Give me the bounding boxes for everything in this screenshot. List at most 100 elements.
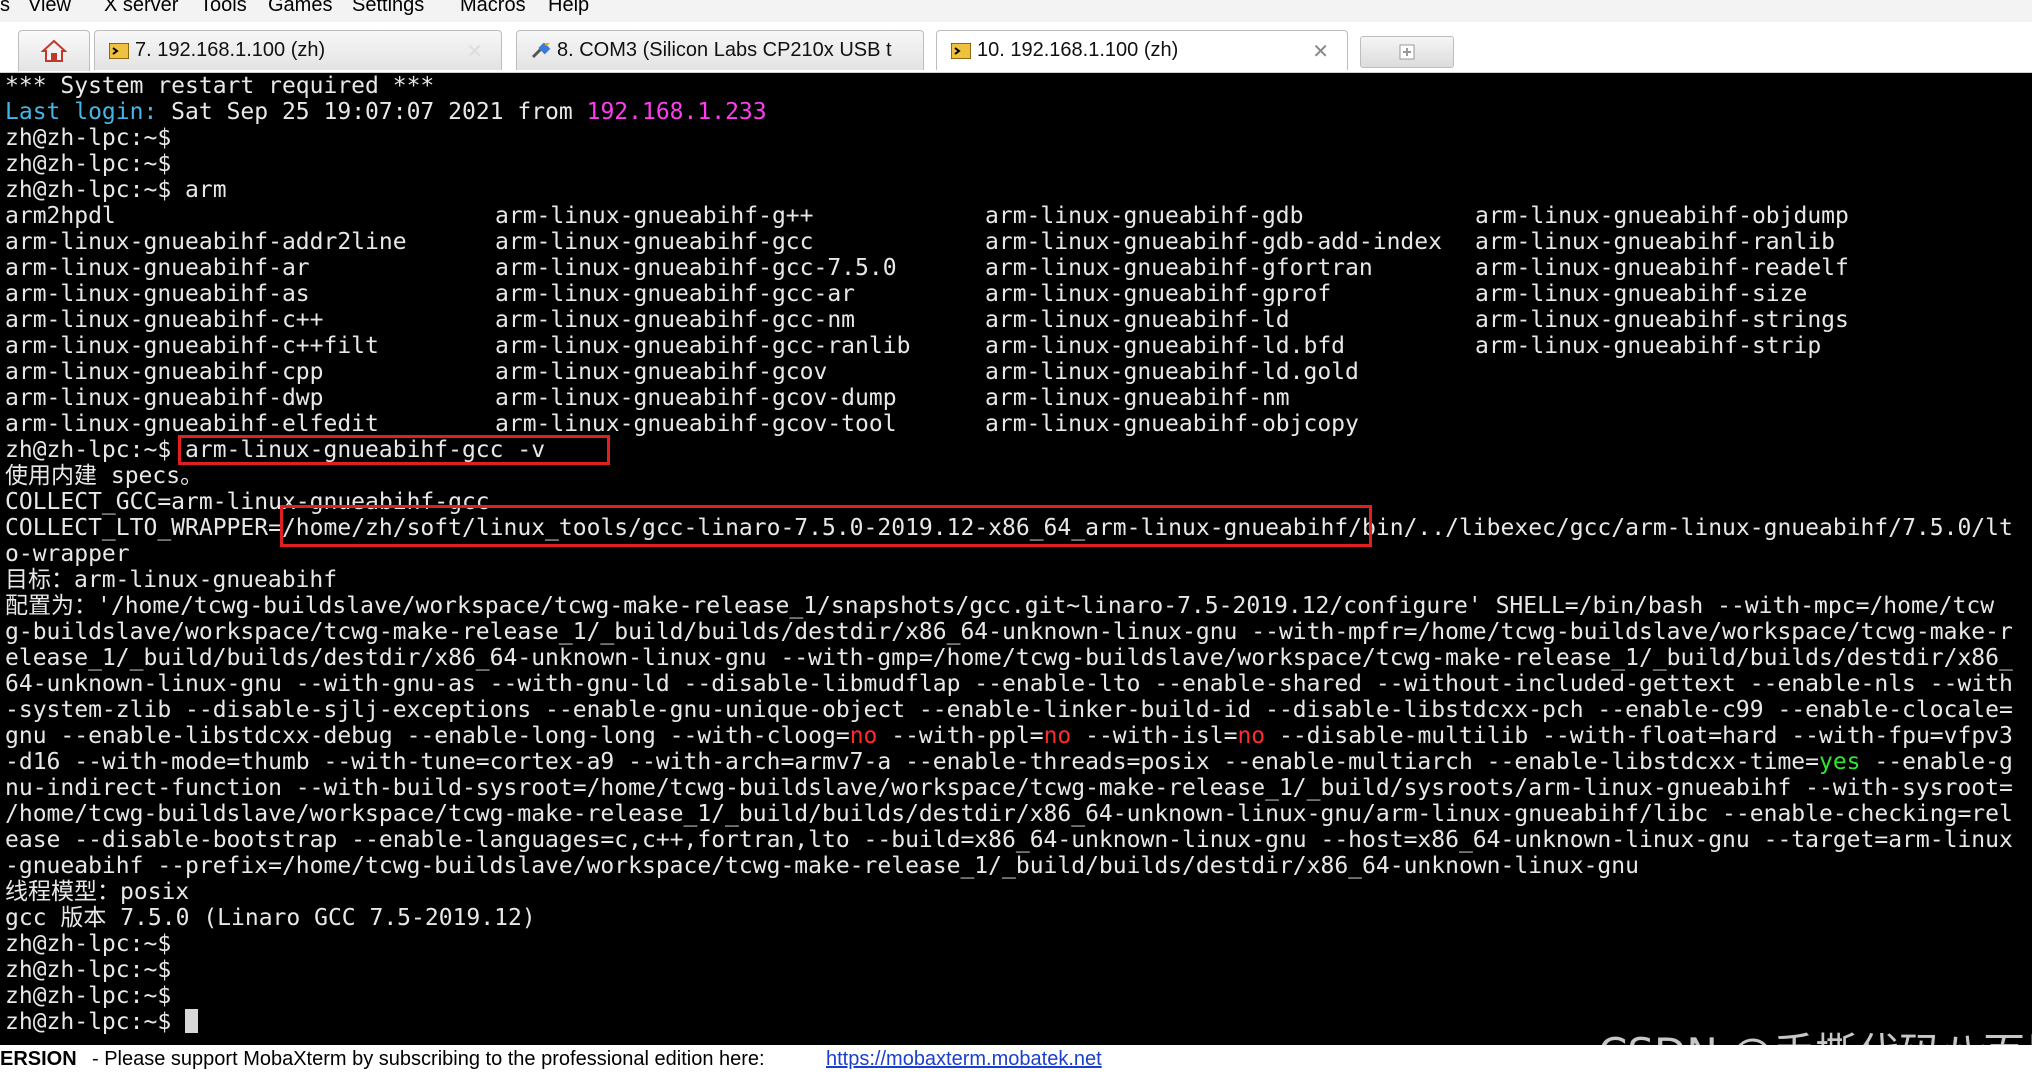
completion-item: arm-linux-gnueabihf-gfortran [985,255,1373,281]
completion-item: arm-linux-gnueabihf-gcc-ar [495,281,856,307]
menu-item-games[interactable]: Games [268,0,332,17]
completion-item: arm-linux-gnueabihf-ranlib [1475,229,1836,255]
output-line: -d16 --with-mode=thumb --with-tune=corte… [5,749,2013,775]
completion-item: arm-linux-gnueabihf-gcc [495,229,814,255]
completion-item: arm-linux-gnueabihf-gprof [985,281,1332,307]
completion-item: arm-linux-gnueabihf-gcc-ranlib [495,333,911,359]
output-line: 目标：arm-linux-gnueabihf [5,567,338,593]
lto-path-rest: /bin/../libexec/gcc/arm-linux-gnueabihf/… [1348,515,2013,541]
completion-item: arm-linux-gnueabihf-c++filt [5,333,379,359]
tab-label: 7. 192.168.1.100 (zh) [135,39,326,61]
completion-row: arm-linux-gnueabihf-as arm-linux-gnueabi… [5,281,2025,307]
completion-row: arm2hpdl arm-linux-gnueabihf-g++ arm-lin… [5,203,2025,229]
prompt: zh@zh-lpc:~$ [5,177,172,203]
tab-session-7[interactable]: 7. 192.168.1.100 (zh) ✕ [94,30,502,70]
config-text: --disable-multilib --with-float=hard --w… [1265,723,2013,749]
completion-item: arm-linux-gnueabihf-gcov-tool [495,411,897,437]
home-tab[interactable] [18,30,90,71]
completion-item: arm-linux-gnueabihf-gcc-nm [495,307,856,333]
completion-item: arm-linux-gnueabihf-elfedit [5,411,379,437]
menu-item-help[interactable]: Help [548,0,589,17]
menu-item-partial[interactable]: s [0,0,10,17]
config-text: --with-ppl= [877,723,1044,749]
terminal-output[interactable]: *** System restart required *** Last log… [0,73,2032,1045]
completion-item: arm-linux-gnueabihf-ld.bfd [985,333,1346,359]
menu-bar: s View X server Tools Games Settings Mac… [0,0,2032,22]
prompt-line: zh@zh-lpc:~$ [5,957,172,983]
output-line: 64-unknown-linux-gnu --with-gnu-as --wit… [5,671,2013,697]
completion-item: arm-linux-gnueabihf-ar [5,255,310,281]
restart-notice: *** System restart required *** [5,73,435,99]
config-value-yes: yes [1818,749,1861,775]
completion-item: arm-linux-gnueabihf-g++ [495,203,814,229]
terminal-icon [109,42,129,59]
config-value-no: no [849,723,878,749]
command-line: zh@zh-lpc:~$ arm [5,177,227,203]
completion-item: arm-linux-gnueabihf-gcc-7.5.0 [495,255,897,281]
config-text: gnu --enable-libstdcxx-debug --enable-lo… [5,723,850,749]
home-icon [41,39,67,62]
completion-item: arm-linux-gnueabihf-as [5,281,310,307]
completion-row: arm-linux-gnueabihf-cpp arm-linux-gnueab… [5,359,2025,385]
completion-row: arm-linux-gnueabihf-dwp arm-linux-gnueab… [5,385,2025,411]
prompt-line: zh@zh-lpc:~$ [5,151,172,177]
completion-row: arm-linux-gnueabihf-ar arm-linux-gnueabi… [5,255,2025,281]
menu-item-view[interactable]: View [28,0,71,17]
completion-row: arm-linux-gnueabihf-elfedit arm-linux-gn… [5,411,2025,437]
output-line: -system-zlib --disable-sjlj-exceptions -… [5,697,2013,723]
menu-item-x-server[interactable]: X server [104,0,178,17]
output-line: gnu --enable-libstdcxx-debug --enable-lo… [5,723,2013,749]
output-line: -gnueabihf --prefix=/home/tcwg-buildslav… [5,853,1639,879]
completion-item: arm-linux-gnueabihf-ld.gold [985,359,1359,385]
output-line: 线程模型：posix [5,879,190,905]
active-prompt-line[interactable]: zh@zh-lpc:~$ [5,1009,199,1035]
completion-item: arm-linux-gnueabihf-c++ [5,307,324,333]
tab-bar: 7. 192.168.1.100 (zh) ✕ 8. COM3 (Silicon… [0,22,2032,73]
completion-row: arm-linux-gnueabihf-addr2line arm-linux-… [5,229,2025,255]
command-text: arm [171,177,227,203]
config-value-no: no [1043,723,1072,749]
output-line: nu-indirect-function --with-build-sysroo… [5,775,2013,801]
completion-item: arm-linux-gnueabihf-size [1475,281,1808,307]
completion-item: arm-linux-gnueabihf-gcov [495,359,828,385]
output-line: g-buildslave/workspace/tcwg-make-release… [5,619,2013,645]
output-line: /home/tcwg-buildslave/workspace/tcwg-mak… [5,801,2013,827]
mobaxterm-link[interactable]: https://mobaxterm.mobatek.net [826,1048,1102,1071]
config-value-no: no [1237,723,1266,749]
plus-icon [1399,44,1415,60]
menu-item-macros[interactable]: Macros [460,0,526,17]
lto-key: COLLECT_LTO_WRAPPER= [5,515,282,541]
completion-item: arm-linux-gnueabihf-dwp [5,385,324,411]
serial-plug-icon [531,42,551,58]
config-text: -d16 --with-mode=thumb --with-tune=corte… [5,749,1819,775]
completion-item: arm-linux-gnueabihf-gdb-add-index [985,229,1442,255]
output-line: o-wrapper [5,541,130,567]
completion-item: arm-linux-gnueabihf-readelf [1475,255,1849,281]
support-message: - Please support MobaXterm by subscribin… [92,1048,765,1070]
output-line: elease_1/_build/builds/destdir/x86_64-un… [5,645,2013,671]
prompt: zh@zh-lpc:~$ [5,437,172,463]
last-login-label: Last login: [5,99,158,125]
config-text: --enable-g [1860,749,2013,775]
menu-item-tools[interactable]: Tools [200,0,247,17]
edition-label: ERSION [0,1048,77,1070]
config-text: --with-isl= [1071,723,1238,749]
completion-item: arm-linux-gnueabihf-objdump [1475,203,1849,229]
output-line: ease --disable-bootstrap --enable-langua… [5,827,2013,853]
completion-item: arm-linux-gnueabihf-gcov-dump [495,385,897,411]
completion-item: arm-linux-gnueabihf-objcopy [985,411,1359,437]
tab-session-10[interactable]: 10. 192.168.1.100 (zh) ✕ [936,30,1348,70]
completion-item: arm-linux-gnueabihf-nm [985,385,1290,411]
new-tab-button[interactable] [1360,36,1454,68]
last-login-date: Sat Sep 25 19:07:07 2021 from [157,99,587,125]
completion-item: arm2hpdl [5,203,116,229]
output-line: 使用内建 specs。 [5,463,204,489]
tab-session-8[interactable]: 8. COM3 (Silicon Labs CP210x USB t [516,30,924,70]
completion-item: arm-linux-gnueabihf-ld [985,307,1290,333]
menu-item-settings[interactable]: Settings [352,0,424,17]
close-icon[interactable]: ✕ [466,39,483,64]
close-icon[interactable]: ✕ [1312,39,1329,64]
completion-item: arm-linux-gnueabihf-cpp [5,359,324,385]
status-bar: ERSION - Please support MobaXterm by sub… [0,1045,2032,1071]
prompt-line: zh@zh-lpc:~$ [5,931,172,957]
